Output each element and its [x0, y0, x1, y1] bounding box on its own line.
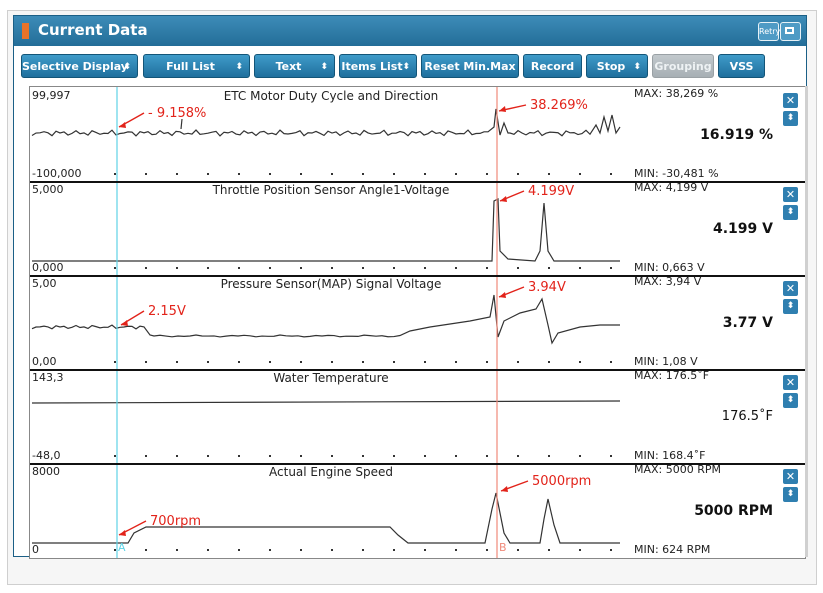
retry-button[interactable]: Retry [758, 22, 781, 41]
record-label: Record [530, 60, 575, 73]
axis-min-label: -48,0 [32, 449, 61, 462]
side-panel-etc-motor: MAX: 38,269 % 16.919 % MIN: -30,481 % ✕ … [631, 87, 805, 183]
close-graph-button[interactable]: ✕ [783, 187, 798, 202]
panel-map-sensor: Pressure Sensor(MAP) Signal Voltage 5,00… [30, 275, 632, 371]
side-panel-throttle-position: MAX: 4,199 V 4.199 V MIN: 0,663 V ✕ ⬍ [631, 181, 805, 277]
panel-title: Pressure Sensor(MAP) Signal Voltage [220, 277, 442, 291]
grouping-label: Grouping [654, 60, 712, 73]
updown-arrows-icon: ⬍ [786, 301, 795, 311]
max-value: MAX: 3,94 V [634, 275, 702, 288]
max-value: MAX: 4,199 V [634, 181, 709, 194]
values-side-panel: MAX: 38,269 % 16.919 % MIN: -30,481 % ✕ … [631, 86, 806, 559]
move-graph-button[interactable]: ⬍ [783, 393, 798, 408]
toolbar: Selective Display ⬍ Full List ⬍ Text ⬍ Item… [14, 54, 806, 80]
close-graph-button[interactable]: ✕ [783, 469, 798, 484]
updown-arrows-icon: ⬍ [402, 62, 410, 72]
side-panel-map-sensor: MAX: 3,94 V 3.77 V MIN: 1,08 V ✕ ⬍ [631, 275, 805, 371]
vss-label: VSS [729, 60, 754, 73]
updown-arrows-icon: ⬍ [786, 113, 795, 123]
retry-icon: Retry [759, 27, 781, 36]
axis-min-label: 0,00 [32, 355, 57, 368]
updown-arrows-icon: ⬍ [786, 207, 795, 217]
max-value: MAX: 176.5˚F [634, 369, 710, 382]
min-value: MIN: 168.4˚F [634, 449, 706, 462]
updown-arrows-icon: ⬍ [633, 62, 641, 72]
window-title: Current Data [38, 21, 148, 39]
vertical-scrollbar[interactable] [805, 86, 808, 557]
grouping-button[interactable]: Grouping [652, 54, 714, 78]
current-data-window: Current Data Retry Selective Display ⬍ Fu… [13, 15, 808, 559]
min-value: MIN: 624 RPM [634, 543, 711, 556]
vss-button[interactable]: VSS [718, 54, 765, 78]
reset-min-max-button[interactable]: Reset Min.Max [421, 54, 519, 78]
title-bar: Current Data Retry [14, 16, 806, 46]
stop-label: Stop [596, 60, 626, 73]
close-icon: ✕ [785, 188, 796, 201]
updown-arrows-icon: ⬍ [320, 62, 328, 72]
min-value: MIN: 0,663 V [634, 261, 705, 274]
current-value: 5000 RPM [694, 503, 773, 519]
title-marker-icon [22, 23, 29, 39]
window-icon [785, 27, 794, 34]
axis-max-label: 5,000 [32, 183, 64, 196]
text-button[interactable]: Text ⬍ [254, 54, 335, 78]
close-icon: ✕ [785, 282, 796, 295]
move-graph-button[interactable]: ⬍ [783, 205, 798, 220]
full-list-label: Full List [166, 60, 215, 73]
close-icon: ✕ [785, 470, 796, 483]
current-value: 176.5˚F [721, 409, 773, 424]
panel-title: Actual Engine Speed [269, 465, 393, 479]
current-value: 3.77 V [722, 315, 773, 331]
panel-water-temperature: Water Temperature 143,3 -48,0 [30, 369, 632, 465]
selective-display-label: Selective Display [22, 60, 128, 73]
panel-etc-motor: ETC Motor Duty Cycle and Direction 99,99… [30, 87, 632, 183]
record-button[interactable]: Record [523, 54, 582, 78]
current-value: 4.199 V [713, 221, 773, 237]
panel-title: Throttle Position Sensor Angle1-Voltage [212, 183, 450, 197]
axis-min-label: -100,000 [32, 167, 82, 180]
panel-title: ETC Motor Duty Cycle and Direction [223, 89, 439, 103]
close-icon: ✕ [785, 94, 796, 107]
max-value: MAX: 5000 RPM [634, 463, 722, 476]
panel-engine-speed: Actual Engine Speed 8000 0 [30, 463, 632, 557]
reset-min-max-label: Reset Min.Max [424, 60, 516, 73]
min-value: MIN: -30,481 % [634, 167, 719, 180]
panel-throttle-position: Throttle Position Sensor Angle1-Voltage … [30, 181, 632, 277]
window-toggle-button[interactable] [780, 22, 801, 41]
status-strip [13, 560, 807, 582]
side-panel-water-temperature: MAX: 176.5˚F 176.5˚F MIN: 168.4˚F ✕ ⬍ [631, 369, 805, 465]
selective-display-button[interactable]: Selective Display ⬍ [21, 54, 138, 78]
close-graph-button[interactable]: ✕ [783, 93, 798, 108]
full-list-button[interactable]: Full List ⬍ [143, 54, 250, 78]
side-panel-engine-speed: MAX: 5000 RPM 5000 RPM MIN: 624 RPM ✕ ⬍ [631, 463, 805, 557]
axis-max-label: 5,00 [32, 277, 57, 290]
move-graph-button[interactable]: ⬍ [783, 487, 798, 502]
updown-arrows-icon: ⬍ [786, 395, 795, 405]
close-graph-button[interactable]: ✕ [783, 281, 798, 296]
axis-min-label: 0,000 [32, 261, 64, 274]
updown-arrows-icon: ⬍ [235, 62, 243, 72]
stop-button[interactable]: Stop ⬍ [586, 54, 648, 78]
current-value: 16.919 % [700, 127, 773, 143]
close-icon: ✕ [785, 376, 796, 389]
axis-max-label: 99,997 [32, 89, 71, 102]
items-list-button[interactable]: Items List ⬍ [339, 54, 417, 78]
axis-max-label: 8000 [32, 465, 60, 478]
items-list-label: Items List [341, 60, 403, 73]
panel-title: Water Temperature [273, 371, 389, 385]
max-value: MAX: 38,269 % [634, 87, 719, 100]
move-graph-button[interactable]: ⬍ [783, 299, 798, 314]
axis-max-label: 143,3 [32, 371, 64, 384]
move-graph-button[interactable]: ⬍ [783, 111, 798, 126]
updown-arrows-icon: ⬍ [786, 489, 795, 499]
axis-min-label: 0 [32, 543, 39, 556]
chart-area: - 9.158% 38.269% 4.199V 2.15V 3.94V 700rpm 500… [29, 86, 633, 559]
updown-arrows-icon: ⬍ [123, 62, 131, 72]
min-value: MIN: 1,08 V [634, 355, 698, 368]
close-graph-button[interactable]: ✕ [783, 375, 798, 390]
text-label: Text [275, 60, 302, 73]
